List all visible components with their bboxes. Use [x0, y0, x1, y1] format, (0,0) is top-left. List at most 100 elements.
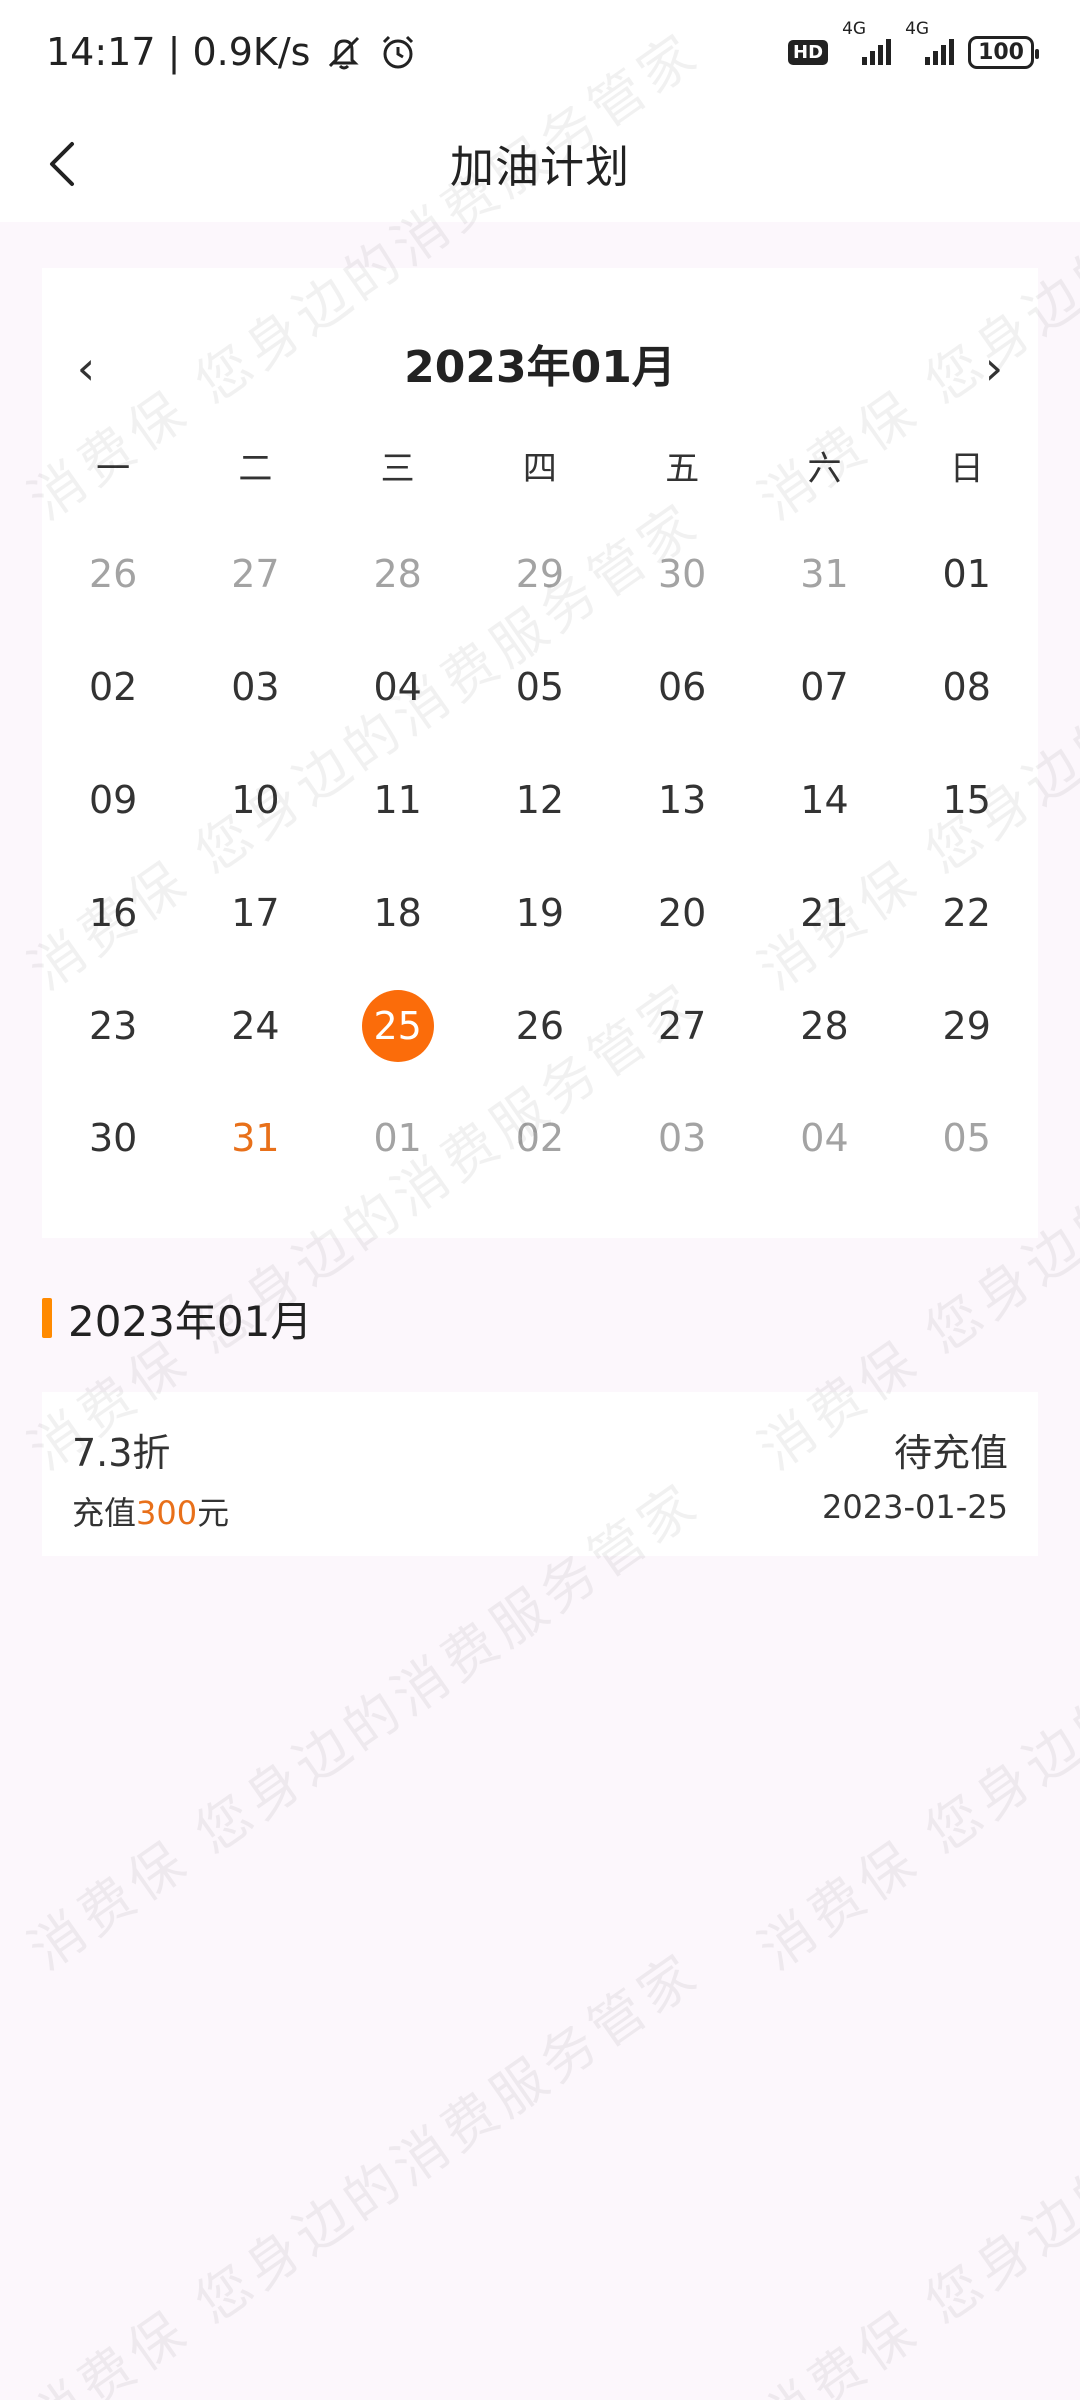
calendar-day[interactable]: 19 [469, 856, 611, 969]
plan-item[interactable]: 7.3折 充值300元 待充值 2023-01-25 [42, 1392, 1038, 1556]
calendar-day-number: 27 [231, 552, 280, 597]
calendar-day[interactable]: 31 [184, 1082, 326, 1195]
calendar-day[interactable]: 26 [469, 969, 611, 1082]
weekday-row: 一 二 三 四 五 六 日 [42, 434, 1038, 504]
status-right: HD 4G 4G 100 [788, 19, 1039, 69]
section-accent-bar [42, 1298, 52, 1338]
calendar-day-number: 06 [658, 665, 707, 710]
calendar-day-number: 12 [515, 777, 565, 822]
back-button[interactable] [38, 134, 94, 194]
signal-icon: 4G [905, 19, 955, 65]
calendar-day-number: 28 [373, 552, 422, 597]
weekday-label: 日 [949, 449, 984, 489]
battery-indicator: 100 [968, 35, 1039, 69]
plan-amount-prefix: 充值 [72, 1494, 137, 1532]
calendar-day[interactable]: 20 [611, 856, 753, 969]
calendar-day-number: 26 [88, 552, 138, 597]
calendar-day[interactable]: 27 [611, 969, 753, 1082]
next-month-button[interactable]: › [964, 328, 1024, 408]
calendar-day[interactable]: 04 [327, 631, 469, 744]
calendar-day-number: 11 [373, 777, 422, 822]
calendar-day[interactable]: 08 [896, 631, 1038, 744]
calendar-day-number: 31 [800, 552, 849, 597]
calendar-day-number: 02 [515, 1116, 565, 1161]
calendar-day[interactable]: 02 [469, 1082, 611, 1195]
network-type-2: 4G [905, 19, 930, 39]
calendar-day-number: 07 [800, 665, 849, 710]
calendar-day[interactable]: 25 [327, 969, 469, 1082]
calendar-day[interactable]: 29 [469, 518, 611, 631]
calendar-day[interactable]: 29 [896, 969, 1038, 1082]
calendar-day-number: 05 [942, 1116, 991, 1161]
calendar-day[interactable]: 03 [611, 1082, 753, 1195]
chevron-left-icon [50, 142, 74, 186]
calendar-day[interactable]: 27 [184, 518, 326, 631]
calendar-day[interactable]: 16 [42, 856, 184, 969]
calendar-day[interactable]: 11 [327, 744, 469, 857]
calendar-day[interactable]: 01 [327, 1082, 469, 1195]
calendar-day[interactable]: 10 [184, 744, 326, 857]
calendar-day-number: 10 [231, 777, 280, 822]
plan-date: 2023-01-25 [822, 1488, 1008, 1526]
calendar-day[interactable]: 21 [753, 856, 895, 969]
calendar-day[interactable]: 12 [469, 744, 611, 857]
status-time-speed: 14:17 | 0.9K/s [46, 30, 311, 74]
plan-amount: 充值300元 [72, 1488, 229, 1534]
calendar-day[interactable]: 09 [42, 744, 184, 857]
calendar-day[interactable]: 04 [753, 1082, 895, 1195]
page-header: 加油计划 [0, 104, 1080, 222]
calendar-day[interactable]: 06 [611, 631, 753, 744]
calendar-day-number: 26 [515, 1003, 565, 1048]
calendar-card: ‹ 2023年01月 › 一 二 三 四 五 六 日 26 27 28 29 30 31 0… [42, 268, 1038, 1238]
plan-discount: 7.3折 [72, 1431, 171, 1475]
calendar-day[interactable]: 05 [896, 1082, 1038, 1195]
calendar-day[interactable]: 15 [896, 744, 1038, 857]
calendar-day-number: 18 [373, 890, 422, 935]
calendar-day[interactable]: 14 [753, 744, 895, 857]
calendar-day-number: 21 [800, 890, 849, 935]
calendar-day[interactable]: 01 [896, 518, 1038, 631]
calendar-day-number: 25 [361, 989, 434, 1062]
calendar-day[interactable]: 26 [42, 518, 184, 631]
calendar-day[interactable]: 30 [42, 1082, 184, 1195]
calendar-day-number: 05 [515, 665, 565, 710]
calendar-day-number: 04 [800, 1116, 849, 1161]
status-bar: 14:17 | 0.9K/s HD 4G 4G 100 [0, 0, 1080, 104]
calendar-day[interactable]: 17 [184, 856, 326, 969]
calendar-day-number: 20 [658, 890, 707, 935]
watermark-text: 消费保 您身边的消费服务管家 [747, 1939, 1080, 2400]
calendar-day[interactable]: 05 [469, 631, 611, 744]
calendar-day-number: 16 [88, 890, 138, 935]
watermark-text: 消费保 您身边的消费服务管家 [17, 1939, 712, 2400]
weekday-label: 六 [807, 449, 842, 489]
calendar-day-number: 08 [942, 665, 991, 710]
calendar-day[interactable]: 02 [42, 631, 184, 744]
calendar-day-number: 31 [231, 1116, 280, 1161]
calendar-day-number: 01 [373, 1116, 422, 1161]
status-left: 14:17 | 0.9K/s [46, 30, 418, 74]
plan-amount-suffix: 元 [197, 1494, 230, 1532]
calendar-day[interactable]: 03 [184, 631, 326, 744]
calendar-day[interactable]: 31 [753, 518, 895, 631]
calendar-day-number: 04 [373, 665, 422, 710]
calendar-day[interactable]: 24 [184, 969, 326, 1082]
weekday-label: 四 [522, 449, 557, 489]
calendar-day-number: 13 [658, 777, 707, 822]
calendar-day[interactable]: 07 [753, 631, 895, 744]
page-title: 加油计划 [450, 142, 630, 193]
calendar-day[interactable]: 23 [42, 969, 184, 1082]
calendar-month-title: 2023年01月 [404, 342, 676, 393]
calendar-day-number: 24 [231, 1003, 280, 1048]
calendar-day[interactable]: 22 [896, 856, 1038, 969]
calendar-day[interactable]: 18 [327, 856, 469, 969]
hd-badge: HD [788, 39, 829, 65]
calendar-day[interactable]: 30 [611, 518, 753, 631]
calendar-day-number: 29 [515, 552, 565, 597]
weekday-label: 二 [238, 449, 273, 489]
calendar-day-number: 17 [231, 890, 280, 935]
calendar-day[interactable]: 13 [611, 744, 753, 857]
calendar-day[interactable]: 28 [753, 969, 895, 1082]
calendar-day[interactable]: 28 [327, 518, 469, 631]
plan-status: 待充值 [893, 1431, 1008, 1475]
calendar-day-number: 19 [515, 890, 565, 935]
